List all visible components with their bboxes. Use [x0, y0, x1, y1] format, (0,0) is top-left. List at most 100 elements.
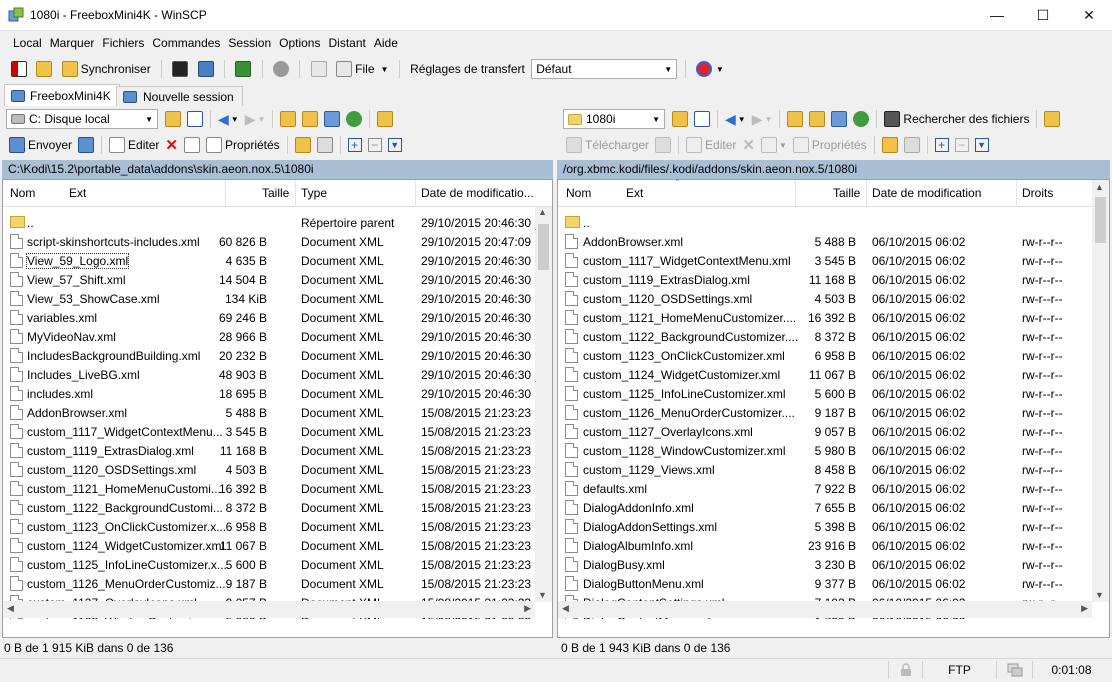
menu-aide[interactable]: Aide	[370, 32, 402, 54]
putty-button[interactable]	[195, 58, 217, 80]
local-unselect-button[interactable]: −	[365, 134, 385, 156]
table-row[interactable]: AddonBrowser.xml 5 488 B 06/10/2015 06:02 r…	[558, 232, 1109, 251]
table-row[interactable]: custom_1120_OSDSettings.xml 4 503 B 06/10/…	[558, 289, 1109, 308]
table-row[interactable]: custom_1125_InfoLineCustomizer.x... 5 600…	[3, 555, 552, 574]
table-row[interactable]: DialogAlbumInfo.xml 23 916 B 06/10/2015 06…	[558, 536, 1109, 555]
menu-marquer[interactable]: Marquer	[46, 32, 99, 54]
remote-rename-button[interactable]: ▼	[758, 134, 790, 156]
table-row[interactable]: custom_1128_WindowCustomizer.xml 5 980 B 0…	[558, 441, 1109, 460]
col-name[interactable]: Nom	[10, 186, 35, 200]
keep-up-to-date-button[interactable]	[33, 58, 55, 80]
table-row[interactable]: custom_1123_OnClickCustomizer.x... 6 958 …	[3, 517, 552, 536]
local-new-file-button[interactable]	[314, 134, 336, 156]
table-row[interactable]: IncludesBackgroundBuilding.xml 20 232 B Do…	[3, 346, 552, 365]
scroll-thumb[interactable]	[538, 224, 549, 270]
compare-directories-button[interactable]	[8, 58, 30, 80]
table-row[interactable]: custom_1126_MenuOrderCustomizer.... 9 187…	[558, 403, 1109, 422]
remote-back-button[interactable]: ◀ ▼	[722, 108, 749, 130]
local-vertical-scrollbar[interactable]: ▲ ▼	[535, 207, 552, 602]
table-row[interactable]: Includes_LiveBG.xml 48 903 B Document XML 2…	[3, 365, 552, 384]
upload-options-button[interactable]	[75, 134, 97, 156]
table-row[interactable]: View_53_ShowCase.xml 134 KiB Document XML 2…	[3, 289, 552, 308]
remote-filter-button[interactable]	[691, 108, 713, 130]
transfer-preset-select[interactable]: Défaut ▼	[531, 59, 678, 79]
local-select-all-button[interactable]: +	[345, 134, 365, 156]
col-size[interactable]: Taille	[833, 186, 860, 200]
tab-new-session[interactable]: Nouvelle session	[116, 86, 243, 106]
remote-select-all-button[interactable]: +	[932, 134, 952, 156]
local-back-button[interactable]: ◀ ▼	[215, 108, 242, 130]
table-row[interactable]: View_59_Logo.xml 4 635 B Document XML 29/10…	[3, 251, 552, 270]
table-row[interactable]: defaults.xml 7 922 B 06/10/2015 06:02 rw-r-…	[558, 479, 1109, 498]
remote-refresh-button[interactable]	[850, 108, 872, 130]
table-row[interactable]: includes.xml 18 695 B Document XML 29/10/20…	[3, 384, 552, 403]
local-home-button[interactable]	[321, 108, 343, 130]
col-type[interactable]: Type	[301, 186, 327, 200]
remote-new-folder-button[interactable]	[879, 134, 901, 156]
remote-root-dir-button[interactable]	[806, 108, 828, 130]
table-row[interactable]: custom_1129_Views.xml 8 458 B 06/10/2015 0…	[558, 460, 1109, 479]
local-delete-button[interactable]: ✕	[162, 134, 181, 156]
col-modified[interactable]: Date de modificatio...	[421, 186, 534, 200]
remote-home-button[interactable]	[828, 108, 850, 130]
menu-commandes[interactable]: Commandes	[148, 32, 224, 54]
table-row[interactable]: ..	[558, 213, 1109, 232]
close-button[interactable]: ✕	[1066, 0, 1112, 31]
tab-freeboxmini4k[interactable]: FreeboxMini4K	[4, 84, 120, 106]
download-button[interactable]: Télécharger	[563, 134, 652, 156]
remote-filter-select-button[interactable]: ▼	[972, 134, 992, 156]
table-row[interactable]: DialogButtonMenu.xml 9 377 B 06/10/2015 06…	[558, 574, 1109, 593]
remote-tree-button[interactable]	[1041, 108, 1063, 130]
preferences-button[interactable]	[270, 58, 292, 80]
table-row[interactable]: DialogBusy.xml 3 230 B 06/10/2015 06:02 rw-…	[558, 555, 1109, 574]
remote-properties-button[interactable]: Propriétés	[790, 134, 870, 156]
table-row[interactable]: custom_1122_BackgroundCustomi... 8 372 B D…	[3, 498, 552, 517]
table-row[interactable]: AddonBrowser.xml 5 488 B Document XML 15/08…	[3, 403, 552, 422]
col-size[interactable]: Taille	[262, 186, 289, 200]
download-options-button[interactable]	[652, 134, 674, 156]
remote-edit-button[interactable]: Editer	[683, 134, 739, 156]
file-menu-button[interactable]: File ▼	[333, 58, 391, 80]
col-name[interactable]: Nom	[566, 186, 591, 200]
table-row[interactable]: variables.xml 69 246 B Document XML 29/10/2…	[3, 308, 552, 327]
menu-session[interactable]: Session	[224, 32, 275, 54]
table-row[interactable]: custom_1121_HomeMenuCustomi... 16 392 B Do…	[3, 479, 552, 498]
table-row[interactable]: DialogAddonInfo.xml 7 655 B 06/10/2015 06:…	[558, 498, 1109, 517]
remote-new-file-button[interactable]	[901, 134, 923, 156]
table-row[interactable]: custom_1117_WidgetContextMenu... 3 545 B D…	[3, 422, 552, 441]
remote-open-folder-button[interactable]	[669, 108, 691, 130]
table-row[interactable]: MyVideoNav.xml 28 966 B Document XML 29/10/…	[3, 327, 552, 346]
remote-path-bar[interactable]: /org.xbmc.kodi/files/.kodi/addons/skin.a…	[557, 160, 1110, 179]
local-horizontal-scrollbar[interactable]: ◀ ▶	[3, 601, 535, 618]
minimize-button[interactable]: —	[974, 0, 1020, 31]
local-properties-button[interactable]: Propriétés	[203, 134, 283, 156]
remote-horizontal-scrollbar[interactable]: ◀ ▶	[558, 601, 1092, 618]
local-path-bar[interactable]: C:\Kodi\15.2\portable_data\addons\skin.a…	[2, 160, 553, 179]
table-row[interactable]: custom_1117_WidgetContextMenu.xml 3 545 B…	[558, 251, 1109, 270]
table-row[interactable]: custom_1124_WidgetCustomizer.xml 11 067 B…	[558, 365, 1109, 384]
table-row[interactable]: custom_1122_BackgroundCustomizer.... 8 37…	[558, 327, 1109, 346]
remote-unselect-button[interactable]: −	[952, 134, 972, 156]
menu-options[interactable]: Options	[275, 32, 324, 54]
local-open-folder-button[interactable]	[162, 108, 184, 130]
local-filter-select-button[interactable]: ▼	[385, 134, 405, 156]
local-edit-button[interactable]: Editer	[106, 134, 162, 156]
table-row[interactable]: custom_1126_MenuOrderCustomiz... 9 187 B D…	[3, 574, 552, 593]
scroll-thumb[interactable]	[1095, 197, 1106, 243]
remote-vertical-scrollbar[interactable]: ▲ ▼	[1092, 180, 1109, 602]
local-refresh-button[interactable]	[343, 108, 365, 130]
menu-local[interactable]: Local	[9, 32, 46, 54]
remote-folder-select[interactable]: 1080i ▼	[563, 109, 665, 129]
table-row[interactable]: custom_1125_InfoLineCustomizer.xml 5 600 …	[558, 384, 1109, 403]
local-drive-select[interactable]: C: Disque local ▼	[6, 109, 158, 129]
local-find-button[interactable]	[374, 108, 396, 130]
table-row[interactable]: custom_1123_OnClickCustomizer.xml 6 958 B…	[558, 346, 1109, 365]
remote-forward-button[interactable]: ▶ ▼	[749, 108, 776, 130]
console-button[interactable]	[169, 58, 191, 80]
new-file-button[interactable]	[308, 58, 330, 80]
queue-button[interactable]	[232, 58, 254, 80]
table-row[interactable]: .. Répertoire parent 29/10/2015 20:46:30	[3, 213, 552, 232]
local-new-folder-button[interactable]	[292, 134, 314, 156]
remote-delete-button[interactable]: ✕	[739, 134, 758, 156]
local-forward-button[interactable]: ▶ ▼	[242, 108, 269, 130]
